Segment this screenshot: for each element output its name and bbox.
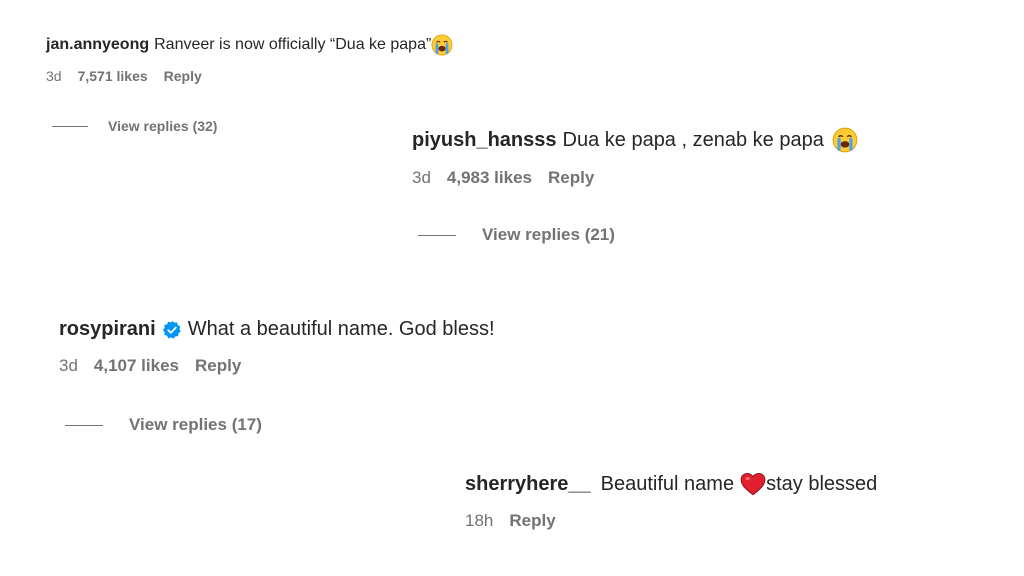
comment-body: rosypirani What a beautiful name. God bl… [59, 318, 495, 341]
view-replies-label: View replies (17) [129, 415, 262, 434]
replies-divider [52, 125, 88, 127]
comment-time: 3d [46, 68, 62, 84]
comment-time: 3d [412, 168, 431, 187]
comment-meta: 3d 7,571 likes Reply [46, 68, 453, 84]
likes-count[interactable]: 4,107 likes [94, 356, 179, 376]
reply-button[interactable]: Reply [195, 356, 241, 376]
comment-meta: 3d 4,107 likes Reply [59, 356, 495, 376]
loudly-crying-face-icon [832, 127, 858, 153]
likes-count[interactable]: 7,571 likes [78, 68, 148, 84]
likes-count[interactable]: 4,983 likes [447, 168, 532, 188]
comment-username[interactable]: jan.annyeong [46, 36, 149, 54]
view-replies-button[interactable]: View replies (21) [418, 225, 615, 245]
comment-item: jan.annyeong Ranveer is now officially “… [46, 34, 453, 84]
view-replies-label: View replies (21) [482, 225, 615, 244]
comment-text: Dua ke papa , zenab ke papa [562, 128, 824, 151]
comment-username[interactable]: sherryhere__ [465, 473, 591, 496]
comment-time: 18h [465, 511, 494, 530]
replies-divider [65, 424, 103, 426]
verified-badge-icon [162, 320, 181, 339]
comment-text: What a beautiful name. God bless! [187, 318, 495, 340]
comment-meta: 18h Reply [465, 511, 877, 531]
loudly-crying-face-icon [431, 34, 453, 56]
comment-body: piyush_hansss Dua ke papa , zenab ke pap… [412, 127, 858, 153]
comment-username[interactable]: rosypirani [59, 318, 156, 341]
view-replies-button[interactable]: View replies (32) [52, 118, 217, 134]
comment-item: piyush_hansss Dua ke papa , zenab ke pap… [412, 127, 858, 188]
comment-text: Ranveer is now officially “Dua ke papa” [154, 36, 432, 53]
comment-body: jan.annyeong Ranveer is now officially “… [46, 34, 453, 56]
view-replies-label: View replies (32) [108, 118, 218, 134]
comment-text-continued: stay blessed [766, 472, 878, 495]
comment-item: rosypirani What a beautiful name. God bl… [59, 318, 495, 376]
comment-body: sherryhere__ Beautiful name stay blessed [465, 472, 877, 496]
view-replies-button[interactable]: View replies (17) [65, 415, 262, 435]
comment-time: 3d [59, 356, 78, 375]
replies-divider [418, 234, 456, 236]
red-heart-icon [740, 472, 766, 496]
comment-meta: 3d 4,983 likes Reply [412, 168, 858, 188]
comment-username[interactable]: piyush_hansss [412, 129, 557, 152]
comment-text: Beautiful name [600, 472, 735, 495]
reply-button[interactable]: Reply [509, 511, 555, 531]
comment-item: sherryhere__ Beautiful name stay blessed… [465, 472, 877, 531]
reply-button[interactable]: Reply [164, 68, 202, 84]
reply-button[interactable]: Reply [548, 168, 594, 188]
